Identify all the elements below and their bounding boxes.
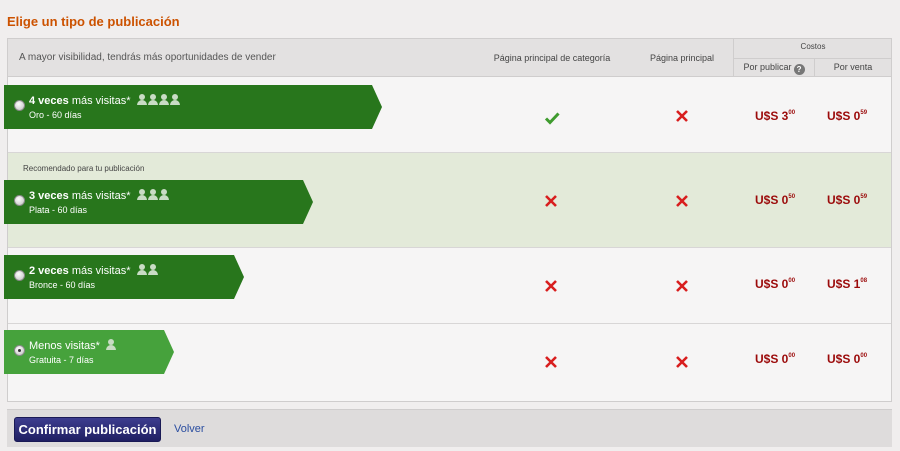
- header-costs: Costos Por publicar? Por venta: [733, 39, 892, 77]
- back-link[interactable]: Volver: [174, 423, 205, 435]
- price-per-publish: U$S 050: [755, 193, 796, 207]
- footer-bar: Confirmar publicación Volver: [7, 409, 892, 447]
- price-per-sale: U$S 059: [827, 193, 868, 207]
- cross-icon: [676, 280, 688, 292]
- cross-icon: [545, 356, 557, 368]
- option-subtitle: Bronce - 60 días: [29, 280, 96, 290]
- page-title: Elige un tipo de publicación: [7, 14, 180, 29]
- confirm-publication-button[interactable]: Confirmar publicación: [14, 417, 161, 442]
- radio-button[interactable]: [14, 100, 25, 111]
- table-row-recommended: Recomendado para tu publicación 3 veces …: [8, 153, 891, 248]
- option-title: 4 veces más visitas*: [29, 94, 181, 108]
- header-description: A mayor visibilidad, tendrás más oportun…: [19, 52, 276, 63]
- option-title: Menos visitas*: [29, 339, 117, 353]
- option-subtitle: Plata - 60 días: [29, 205, 88, 215]
- help-icon[interactable]: ?: [793, 64, 805, 75]
- price-per-sale: U$S 000: [827, 352, 868, 366]
- users-icon: [137, 94, 181, 108]
- cross-icon: [676, 110, 688, 122]
- radio-button[interactable]: [14, 195, 25, 206]
- option-subtitle: Gratuita - 7 días: [29, 355, 94, 365]
- table-row: 2 veces más visitas* Bronce - 60 días U$…: [8, 248, 891, 324]
- header-main-page: Página principal: [649, 53, 715, 63]
- option-ribbon-oro[interactable]: 4 veces más visitas* Oro - 60 días: [4, 85, 382, 129]
- header-per-publish: Por publicar?: [734, 62, 814, 75]
- option-ribbon-gratuita[interactable]: Menos visitas* Gratuita - 7 días: [4, 330, 174, 374]
- option-title: 3 veces más visitas*: [29, 189, 170, 203]
- option-title: 2 veces más visitas*: [29, 264, 159, 278]
- table-header: A mayor visibilidad, tendrás más oportun…: [8, 39, 892, 77]
- recommended-label: Recomendado para tu publicación: [23, 164, 145, 173]
- price-per-publish: U$S 000: [755, 352, 796, 366]
- users-icon: [137, 264, 159, 278]
- check-icon: [544, 112, 560, 125]
- header-costs-title: Costos: [800, 42, 826, 51]
- radio-button-selected[interactable]: [14, 345, 25, 356]
- price-per-sale: U$S 059: [827, 109, 868, 123]
- header-per-sale: Por venta: [833, 62, 873, 72]
- price-per-publish: U$S 300: [755, 109, 796, 123]
- option-ribbon-plata[interactable]: 3 veces más visitas* Plata - 60 días: [4, 180, 313, 224]
- cross-icon: [676, 195, 688, 207]
- users-icon: [137, 189, 170, 203]
- publication-type-table: A mayor visibilidad, tendrás más oportun…: [7, 38, 892, 402]
- price-per-sale: U$S 108: [827, 277, 868, 291]
- radio-button[interactable]: [14, 270, 25, 281]
- user-icon: [106, 339, 117, 353]
- cross-icon: [545, 195, 557, 207]
- price-per-publish: U$S 000: [755, 277, 796, 291]
- table-row: 4 veces más visitas* Oro - 60 días U$S 3…: [8, 77, 891, 153]
- cross-icon: [676, 356, 688, 368]
- option-ribbon-bronce[interactable]: 2 veces más visitas* Bronce - 60 días: [4, 255, 244, 299]
- table-row: Menos visitas* Gratuita - 7 días U$S 000…: [8, 324, 891, 402]
- header-category-page: Página principal de categoría: [493, 53, 611, 63]
- option-subtitle: Oro - 60 días: [29, 110, 82, 120]
- cross-icon: [545, 280, 557, 292]
